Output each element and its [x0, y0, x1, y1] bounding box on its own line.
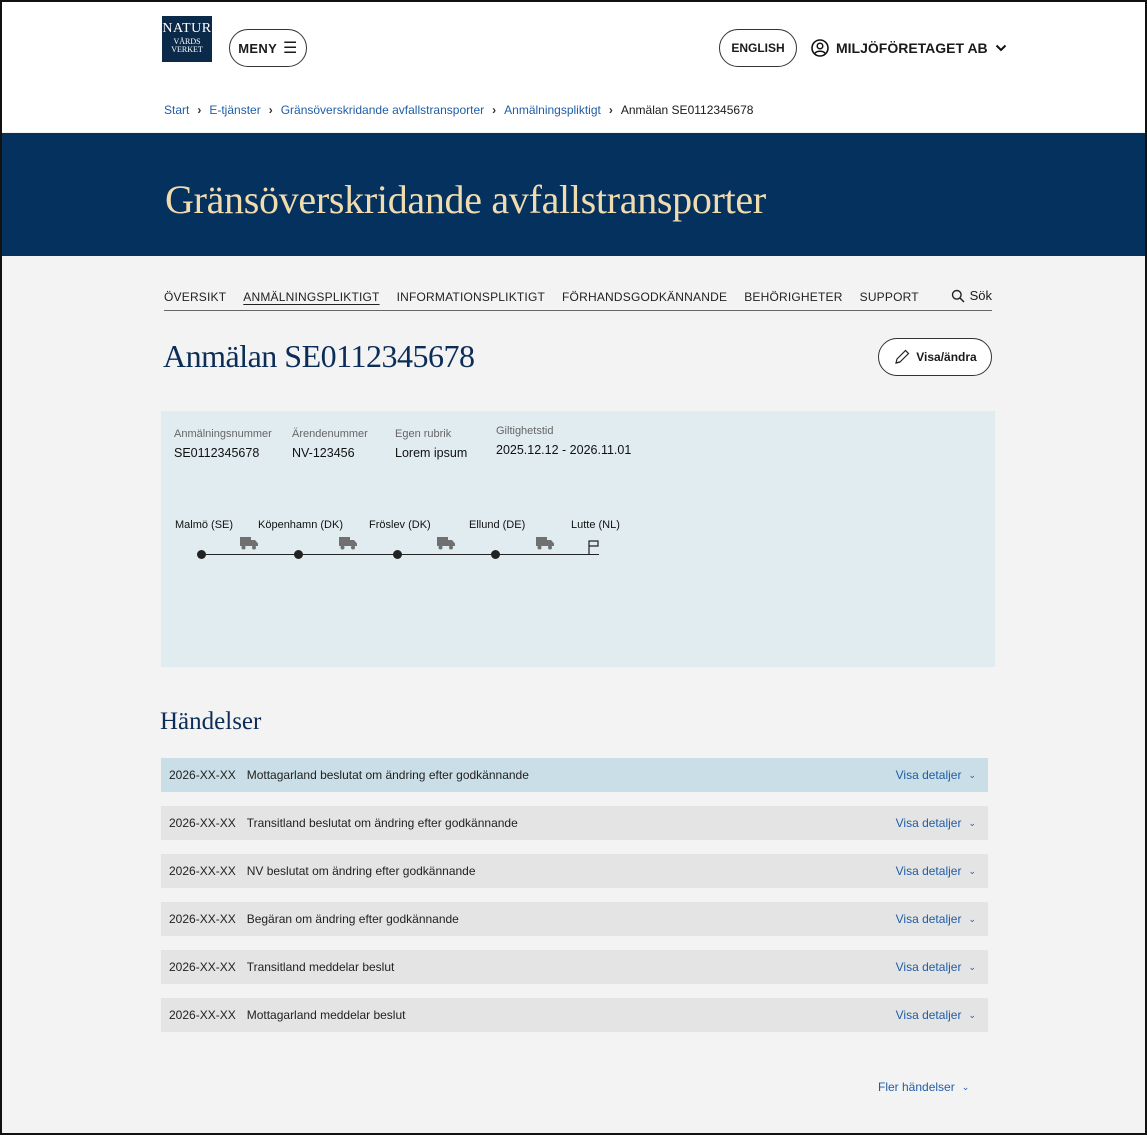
show-details-label: Visa detaljer [895, 864, 962, 878]
naturvardsverket-logo[interactable]: NATUR VÅRDS VERKET [162, 16, 212, 62]
breadcrumb-link-anmalningspliktigt[interactable]: Anmälningspliktigt [504, 103, 601, 117]
chevron-down-icon: ⌄ [961, 1081, 970, 1092]
truck-icon [536, 537, 554, 550]
event-row[interactable]: 2026-XX-XX Mottagarland beslutat om ändr… [161, 758, 988, 792]
breadcrumb-link-e-tjanster[interactable]: E-tjänster [209, 103, 260, 117]
page-title: Anmälan SE0112345678 [163, 338, 475, 374]
event-date: 2026-XX-XX [169, 960, 236, 974]
event-date: 2026-XX-XX [169, 912, 236, 926]
event-row[interactable]: 2026-XX-XX Transitland beslutat om ändri… [161, 806, 988, 840]
flag-icon [588, 540, 599, 555]
account-menu[interactable]: MILJÖFÖRETAGET AB [811, 39, 1007, 57]
events-list: 2026-XX-XX Mottagarland beslutat om ändr… [161, 758, 988, 1046]
event-row[interactable]: 2026-XX-XX NV beslutat om ändring efter … [161, 854, 988, 888]
tab-anmalningspliktigt[interactable]: ANMÄLNINGSPLIKTIGT [243, 287, 379, 310]
event-date: 2026-XX-XX [169, 816, 236, 830]
hero-banner: Gränsöverskridande avfallstransporter [2, 133, 1145, 256]
tab-informationspliktigt[interactable]: INFORMATIONSPLIKTIGT [397, 287, 545, 310]
edit-button[interactable]: Visa/ändra [878, 338, 992, 376]
user-circle-icon [811, 39, 829, 57]
logo-line-3: VERKET [171, 45, 203, 54]
breadcrumb-separator-icon: › [492, 103, 497, 117]
menu-button[interactable]: MENY ☰ [229, 29, 307, 67]
show-details-link[interactable]: Visa detaljer ⌄ [896, 912, 976, 926]
breadcrumb: Start › E-tjänster › Gränsöverskridande … [164, 103, 753, 117]
chevron-down-icon [995, 44, 1006, 52]
show-details-link[interactable]: Visa detaljer ⌄ [896, 864, 976, 878]
event-text: Transitland meddelar beslut [246, 960, 395, 974]
show-details-link[interactable]: Visa detaljer ⌄ [896, 768, 976, 782]
event-text: NV beslutat om ändring efter godkännande [246, 864, 476, 878]
event-date: 2026-XX-XX [169, 1008, 236, 1022]
show-details-label: Visa detaljer [895, 768, 962, 782]
truck-icon [339, 537, 357, 550]
chevron-down-icon: ⌄ [968, 769, 976, 780]
chevron-down-icon: ⌄ [968, 913, 976, 924]
route-stop-dot [197, 550, 206, 559]
show-details-link[interactable]: Visa detaljer ⌄ [896, 1008, 976, 1022]
event-text: Mottagarland meddelar beslut [246, 1008, 406, 1022]
event-text: Transitland beslutat om ändring efter go… [246, 816, 518, 830]
tab-support[interactable]: SUPPORT [860, 287, 919, 310]
search-icon [951, 289, 965, 303]
show-details-label: Visa detaljer [895, 816, 962, 830]
info-panel: Anmälningsnummer SE0112345678 Ärendenumm… [161, 411, 995, 667]
tab-forhandsgodkannande[interactable]: FÖRHANDSGODKÄNNANDE [562, 287, 727, 310]
show-details-link[interactable]: Visa detaljer ⌄ [896, 960, 976, 974]
breadcrumb-separator-icon: › [608, 103, 613, 117]
breadcrumb-separator-icon: › [268, 103, 273, 117]
events-title: Händelser [160, 708, 262, 735]
route-stop-label: Malmö (SE) [175, 519, 234, 531]
truck-icon [240, 537, 258, 550]
top-header: NATUR VÅRDS VERKET MENY ☰ ENGLISH MILJÖF… [2, 2, 1145, 132]
account-label: MILJÖFÖRETAGET AB [836, 40, 988, 56]
route-timeline: Malmö (SE) Köpenhamn (DK) Fröslev (DK) E… [161, 411, 995, 667]
breadcrumb-link-avfallstransporter[interactable]: Gränsöverskridande avfallstransporter [281, 103, 484, 117]
show-details-label: Visa detaljer [895, 912, 962, 926]
logo-line-1: NATUR [162, 21, 212, 36]
event-date: 2026-XX-XX [169, 864, 236, 878]
event-date: 2026-XX-XX [169, 768, 236, 782]
event-row[interactable]: 2026-XX-XX Mottagarland meddelar beslut … [161, 998, 988, 1032]
event-text: Begäran om ändring efter godkännande [246, 912, 459, 926]
show-details-link[interactable]: Visa detaljer ⌄ [896, 816, 976, 830]
chevron-down-icon: ⌄ [968, 1009, 976, 1020]
event-row[interactable]: 2026-XX-XX Transitland meddelar beslut V… [161, 950, 988, 984]
show-details-label: Visa detaljer [895, 960, 962, 974]
route-stop-label: Fröslev (DK) [369, 519, 431, 531]
breadcrumb-current: Anmälan SE0112345678 [620, 103, 754, 117]
edit-label: Visa/ändra [916, 350, 977, 364]
search-button[interactable]: Sök [951, 288, 992, 303]
route-stop-label: Köpenhamn (DK) [258, 519, 343, 531]
language-button[interactable]: ENGLISH [719, 29, 797, 67]
route-stop-label: Lutte (NL) [571, 519, 620, 531]
breadcrumb-separator-icon: › [197, 103, 202, 117]
hero-title: Gränsöverskridande avfallstransporter [165, 177, 766, 222]
more-events-link[interactable]: Fler händelser ⌄ [878, 1080, 969, 1094]
event-row[interactable]: 2026-XX-XX Begäran om ändring efter godk… [161, 902, 988, 936]
hamburger-icon: ☰ [283, 40, 298, 57]
menu-label: MENY [238, 40, 278, 56]
chevron-down-icon: ⌄ [968, 865, 976, 876]
tab-oversikt[interactable]: ÖVERSIKT [164, 287, 226, 310]
chevron-down-icon: ⌄ [968, 817, 976, 828]
show-details-label: Visa detaljer [895, 1008, 962, 1022]
truck-icon [437, 537, 455, 550]
breadcrumb-link-start[interactable]: Start [164, 103, 189, 117]
route-stop-dot [294, 550, 303, 559]
route-stop-dot [491, 550, 500, 559]
route-stop-dot [393, 550, 402, 559]
page-frame: NATUR VÅRDS VERKET MENY ☰ ENGLISH MILJÖF… [0, 0, 1147, 1135]
event-text: Mottagarland beslutat om ändring efter g… [246, 768, 529, 782]
language-label: ENGLISH [731, 41, 785, 55]
pencil-icon [895, 349, 910, 364]
route-stop-label: Ellund (DE) [469, 519, 526, 531]
tab-bar: ÖVERSIKT ANMÄLNINGSPLIKTIGT INFORMATIONS… [164, 287, 992, 311]
search-label: Sök [969, 288, 992, 303]
chevron-down-icon: ⌄ [968, 961, 976, 972]
tab-behorigheter[interactable]: BEHÖRIGHETER [744, 287, 842, 310]
more-events-label: Fler händelser [878, 1080, 955, 1094]
